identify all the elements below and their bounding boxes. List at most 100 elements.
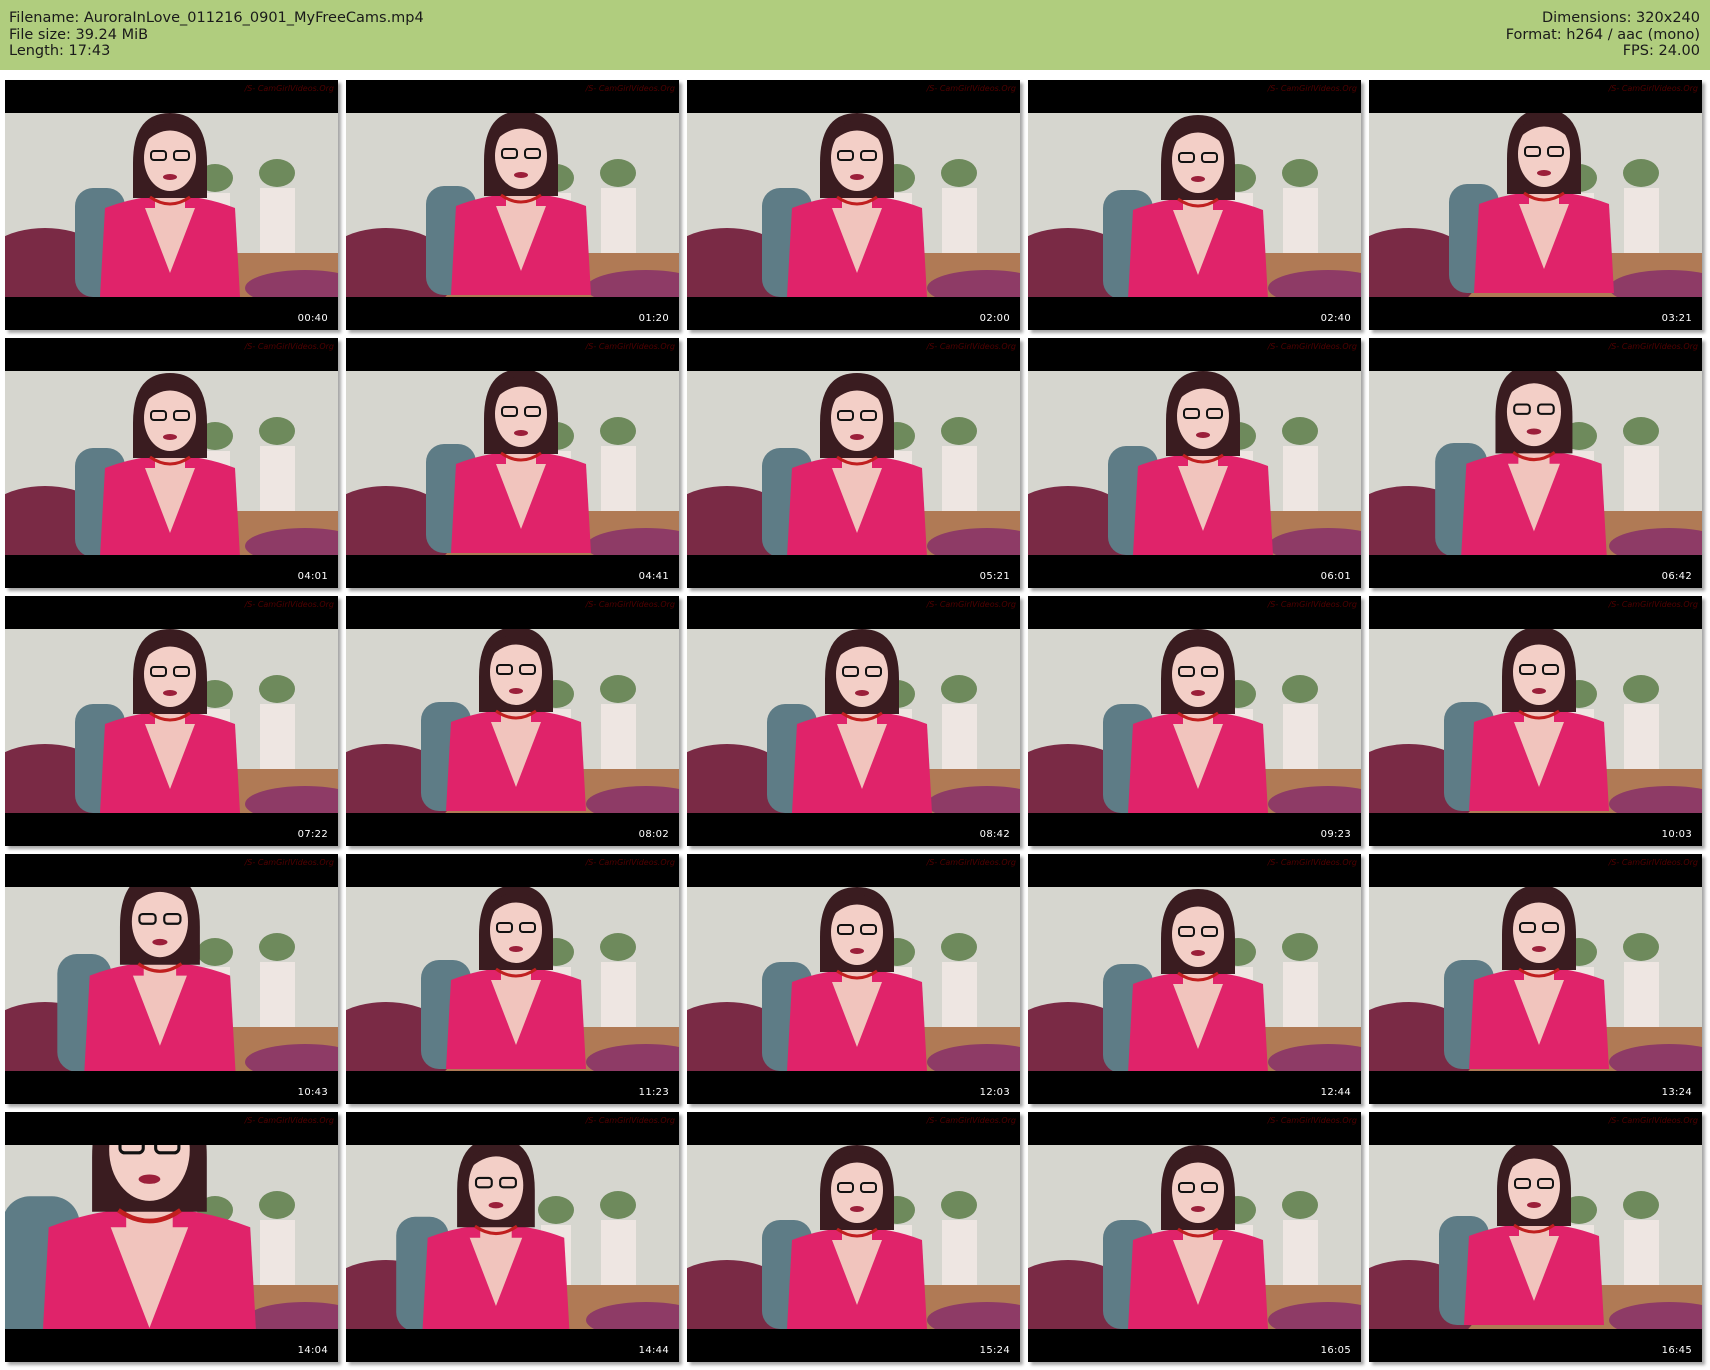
video-thumbnail: /S- CamGirlVideos.Org 08:02: [346, 596, 679, 846]
watermark-text: /S- CamGirlVideos.Org: [585, 858, 675, 867]
timestamp-label: 12:03: [979, 1087, 1010, 1098]
watermark-text: /S- CamGirlVideos.Org: [244, 858, 334, 867]
timestamp-label: 08:02: [638, 829, 669, 840]
video-frame-image: [687, 371, 1020, 555]
timestamp-label: 08:42: [979, 829, 1010, 840]
video-frame-image: [1369, 371, 1702, 555]
watermark-text: /S- CamGirlVideos.Org: [926, 858, 1016, 867]
video-frame-image: [1028, 371, 1361, 555]
video-frame-image: [1028, 113, 1361, 297]
video-frame-image: [346, 887, 679, 1071]
video-frame-image: [5, 113, 338, 297]
video-thumbnail: /S- CamGirlVideos.Org 04:01: [5, 338, 338, 588]
video-frame-image: [5, 371, 338, 555]
timestamp-label: 06:01: [1320, 571, 1351, 582]
watermark-text: /S- CamGirlVideos.Org: [1608, 858, 1698, 867]
video-frame-image: [1369, 629, 1702, 813]
timestamp-label: 02:40: [1320, 313, 1351, 324]
video-frame-image: [687, 887, 1020, 1071]
watermark-text: /S- CamGirlVideos.Org: [585, 1116, 675, 1125]
timestamp-label: 01:20: [638, 313, 669, 324]
watermark-text: /S- CamGirlVideos.Org: [585, 84, 675, 93]
timestamp-label: 16:45: [1661, 1345, 1692, 1356]
watermark-text: /S- CamGirlVideos.Org: [926, 1116, 1016, 1125]
watermark-text: /S- CamGirlVideos.Org: [926, 600, 1016, 609]
video-thumbnail: /S- CamGirlVideos.Org 11:23: [346, 854, 679, 1104]
video-frame-image: [346, 113, 679, 297]
video-frame-image: [5, 887, 338, 1071]
watermark-text: /S- CamGirlVideos.Org: [1267, 84, 1357, 93]
video-frame-image: [1369, 1145, 1702, 1329]
timestamp-label: 04:41: [638, 571, 669, 582]
video-thumbnail: /S- CamGirlVideos.Org 02:40: [1028, 80, 1361, 330]
watermark-text: /S- CamGirlVideos.Org: [1608, 1116, 1698, 1125]
video-frame-image: [1369, 887, 1702, 1071]
timestamp-label: 05:21: [979, 571, 1010, 582]
video-frame-image: [346, 1145, 679, 1329]
watermark-text: /S- CamGirlVideos.Org: [1608, 84, 1698, 93]
video-frame-image: [346, 371, 679, 555]
watermark-text: /S- CamGirlVideos.Org: [244, 1116, 334, 1125]
timestamp-label: 00:40: [297, 313, 328, 324]
timestamp-label: 10:03: [1661, 829, 1692, 840]
video-thumbnail: /S- CamGirlVideos.Org 12:03: [687, 854, 1020, 1104]
watermark-text: /S- CamGirlVideos.Org: [244, 600, 334, 609]
timestamp-label: 04:01: [297, 571, 328, 582]
watermark-text: /S- CamGirlVideos.Org: [244, 342, 334, 351]
video-frame-image: [5, 629, 338, 813]
video-frame-image: [346, 629, 679, 813]
watermark-text: /S- CamGirlVideos.Org: [1267, 342, 1357, 351]
timestamp-label: 14:04: [297, 1345, 328, 1356]
video-thumbnail: /S- CamGirlVideos.Org 10:43: [5, 854, 338, 1104]
video-frame-image: [5, 1145, 338, 1329]
watermark-text: /S- CamGirlVideos.Org: [1608, 342, 1698, 351]
watermark-text: /S- CamGirlVideos.Org: [1608, 600, 1698, 609]
timestamp-label: 16:05: [1320, 1345, 1351, 1356]
video-thumbnail: /S- CamGirlVideos.Org 09:23: [1028, 596, 1361, 846]
watermark-text: /S- CamGirlVideos.Org: [244, 84, 334, 93]
video-thumbnail: /S- CamGirlVideos.Org 06:01: [1028, 338, 1361, 588]
timestamp-label: 07:22: [297, 829, 328, 840]
video-thumbnail: /S- CamGirlVideos.Org 15:24: [687, 1112, 1020, 1362]
watermark-text: /S- CamGirlVideos.Org: [926, 84, 1016, 93]
timestamp-label: 03:21: [1661, 313, 1692, 324]
video-frame-image: [1028, 629, 1361, 813]
video-thumbnail: /S- CamGirlVideos.Org 08:42: [687, 596, 1020, 846]
video-thumbnail: /S- CamGirlVideos.Org 01:20: [346, 80, 679, 330]
timestamp-label: 11:23: [638, 1087, 669, 1098]
video-thumbnail: /S- CamGirlVideos.Org 16:05: [1028, 1112, 1361, 1362]
video-thumbnail: /S- CamGirlVideos.Org 14:04: [5, 1112, 338, 1362]
timestamp-label: 13:24: [1661, 1087, 1692, 1098]
video-thumbnail: /S- CamGirlVideos.Org 07:22: [5, 596, 338, 846]
video-thumbnail: /S- CamGirlVideos.Org 02:00: [687, 80, 1020, 330]
video-frame-image: [1369, 113, 1702, 297]
video-frame-image: [1028, 887, 1361, 1071]
video-thumbnail: /S- CamGirlVideos.Org 16:45: [1369, 1112, 1702, 1362]
video-thumbnail: /S- CamGirlVideos.Org 05:21: [687, 338, 1020, 588]
video-thumbnail: /S- CamGirlVideos.Org 13:24: [1369, 854, 1702, 1104]
watermark-text: /S- CamGirlVideos.Org: [585, 600, 675, 609]
video-frame-image: [687, 113, 1020, 297]
timestamp-label: 14:44: [638, 1345, 669, 1356]
watermark-text: /S- CamGirlVideos.Org: [1267, 858, 1357, 867]
timestamp-label: 09:23: [1320, 829, 1351, 840]
video-frame-image: [687, 629, 1020, 813]
video-thumbnail: /S- CamGirlVideos.Org 04:41: [346, 338, 679, 588]
video-thumbnail: /S- CamGirlVideos.Org 12:44: [1028, 854, 1361, 1104]
video-frame-image: [1028, 1145, 1361, 1329]
video-thumbnail: /S- CamGirlVideos.Org 03:21: [1369, 80, 1702, 330]
watermark-text: /S- CamGirlVideos.Org: [926, 342, 1016, 351]
watermark-text: /S- CamGirlVideos.Org: [585, 342, 675, 351]
video-thumbnail: /S- CamGirlVideos.Org 06:42: [1369, 338, 1702, 588]
timestamp-label: 02:00: [979, 313, 1010, 324]
thumbnail-grid: /S- CamGirlVideos.Org 00:40/S- CamGirlVid…: [0, 0, 1710, 1370]
watermark-text: /S- CamGirlVideos.Org: [1267, 1116, 1357, 1125]
timestamp-label: 12:44: [1320, 1087, 1351, 1098]
video-thumbnail: /S- CamGirlVideos.Org 14:44: [346, 1112, 679, 1362]
video-thumbnail: /S- CamGirlVideos.Org 10:03: [1369, 596, 1702, 846]
video-thumbnail: /S- CamGirlVideos.Org 00:40: [5, 80, 338, 330]
timestamp-label: 15:24: [979, 1345, 1010, 1356]
timestamp-label: 06:42: [1661, 571, 1692, 582]
timestamp-label: 10:43: [297, 1087, 328, 1098]
video-frame-image: [687, 1145, 1020, 1329]
